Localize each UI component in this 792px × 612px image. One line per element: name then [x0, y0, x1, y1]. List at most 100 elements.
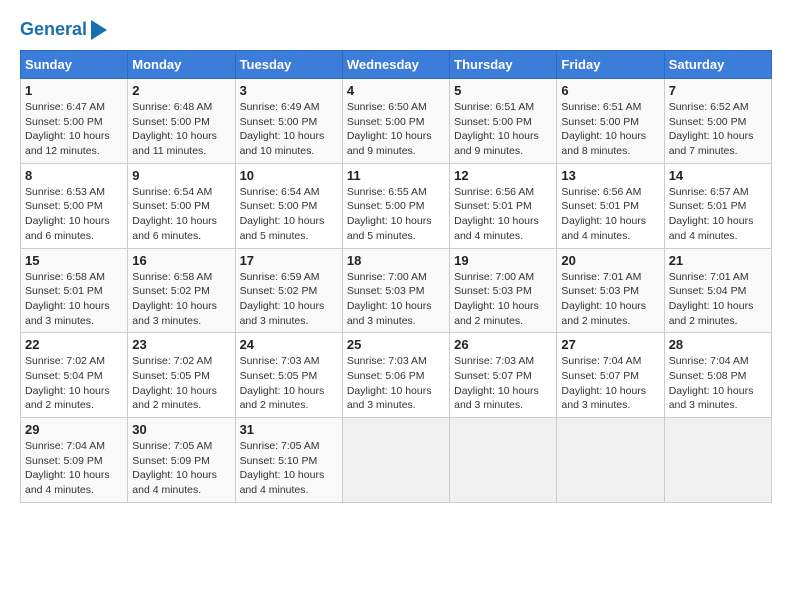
- day-number: 4: [347, 83, 445, 98]
- day-info: Sunrise: 6:50 AM Sunset: 5:00 PM Dayligh…: [347, 100, 445, 159]
- calendar-cell: 10 Sunrise: 6:54 AM Sunset: 5:00 PM Dayli…: [235, 163, 342, 248]
- calendar-cell: 1 Sunrise: 6:47 AM Sunset: 5:00 PM Daylig…: [21, 79, 128, 164]
- calendar-cell: 6 Sunrise: 6:51 AM Sunset: 5:00 PM Daylig…: [557, 79, 664, 164]
- header-day-monday: Monday: [128, 51, 235, 79]
- day-info: Sunrise: 7:01 AM Sunset: 5:04 PM Dayligh…: [669, 270, 767, 329]
- calendar-cell: 24Sunrise: 7:03 AM Sunset: 5:05 PM Dayli…: [235, 333, 342, 418]
- day-number: 21: [669, 253, 767, 268]
- calendar-header: SundayMondayTuesdayWednesdayThursdayFrid…: [21, 51, 772, 79]
- calendar-cell: 18 Sunrise: 7:00 AM Sunset: 5:03 PM Dayli…: [342, 248, 449, 333]
- calendar-cell: 23Sunrise: 7:02 AM Sunset: 5:05 PM Dayli…: [128, 333, 235, 418]
- calendar-cell: 16Sunrise: 6:58 AM Sunset: 5:02 PM Dayli…: [128, 248, 235, 333]
- header-day-saturday: Saturday: [664, 51, 771, 79]
- day-number: 24: [240, 337, 338, 352]
- header: General: [20, 20, 772, 40]
- day-number: 29: [25, 422, 123, 437]
- day-number: 19: [454, 253, 552, 268]
- logo: General: [20, 20, 107, 40]
- day-info: Sunrise: 6:54 AM Sunset: 5:00 PM Dayligh…: [240, 185, 338, 244]
- calendar-table: SundayMondayTuesdayWednesdayThursdayFrid…: [20, 50, 772, 503]
- day-number: 6: [561, 83, 659, 98]
- day-info: Sunrise: 6:56 AM Sunset: 5:01 PM Dayligh…: [561, 185, 659, 244]
- day-info: Sunrise: 7:04 AM Sunset: 5:09 PM Dayligh…: [25, 439, 123, 498]
- calendar-week-5: 29 Sunrise: 7:04 AM Sunset: 5:09 PM Dayli…: [21, 418, 772, 503]
- day-info: Sunrise: 6:51 AM Sunset: 5:00 PM Dayligh…: [561, 100, 659, 159]
- calendar-cell: 31Sunrise: 7:05 AM Sunset: 5:10 PM Dayli…: [235, 418, 342, 503]
- calendar-cell: 28Sunrise: 7:04 AM Sunset: 5:08 PM Dayli…: [664, 333, 771, 418]
- calendar-week-4: 22Sunrise: 7:02 AM Sunset: 5:04 PM Dayli…: [21, 333, 772, 418]
- day-number: 25: [347, 337, 445, 352]
- calendar-week-2: 8 Sunrise: 6:53 AM Sunset: 5:00 PM Daylig…: [21, 163, 772, 248]
- day-info: Sunrise: 6:53 AM Sunset: 5:00 PM Dayligh…: [25, 185, 123, 244]
- day-number: 2: [132, 83, 230, 98]
- day-info: Sunrise: 6:55 AM Sunset: 5:00 PM Dayligh…: [347, 185, 445, 244]
- day-info: Sunrise: 6:58 AM Sunset: 5:01 PM Dayligh…: [25, 270, 123, 329]
- day-info: Sunrise: 6:59 AM Sunset: 5:02 PM Dayligh…: [240, 270, 338, 329]
- calendar-cell: 12Sunrise: 6:56 AM Sunset: 5:01 PM Dayli…: [450, 163, 557, 248]
- day-info: Sunrise: 7:05 AM Sunset: 5:09 PM Dayligh…: [132, 439, 230, 498]
- day-info: Sunrise: 7:01 AM Sunset: 5:03 PM Dayligh…: [561, 270, 659, 329]
- day-info: Sunrise: 6:58 AM Sunset: 5:02 PM Dayligh…: [132, 270, 230, 329]
- day-number: 14: [669, 168, 767, 183]
- calendar-cell: 21 Sunrise: 7:01 AM Sunset: 5:04 PM Dayli…: [664, 248, 771, 333]
- calendar-cell: [342, 418, 449, 503]
- day-number: 20: [561, 253, 659, 268]
- calendar-cell: 25 Sunrise: 7:03 AM Sunset: 5:06 PM Dayli…: [342, 333, 449, 418]
- day-info: Sunrise: 6:47 AM Sunset: 5:00 PM Dayligh…: [25, 100, 123, 159]
- calendar-cell: 13 Sunrise: 6:56 AM Sunset: 5:01 PM Dayli…: [557, 163, 664, 248]
- calendar-cell: 7 Sunrise: 6:52 AM Sunset: 5:00 PM Daylig…: [664, 79, 771, 164]
- calendar-cell: [557, 418, 664, 503]
- logo-text-general: General: [20, 20, 87, 40]
- calendar-cell: 29 Sunrise: 7:04 AM Sunset: 5:09 PM Dayli…: [21, 418, 128, 503]
- day-number: 5: [454, 83, 552, 98]
- day-info: Sunrise: 7:00 AM Sunset: 5:03 PM Dayligh…: [454, 270, 552, 329]
- day-number: 18: [347, 253, 445, 268]
- day-number: 8: [25, 168, 123, 183]
- day-number: 17: [240, 253, 338, 268]
- header-day-tuesday: Tuesday: [235, 51, 342, 79]
- day-number: 1: [25, 83, 123, 98]
- calendar-cell: 5Sunrise: 6:51 AM Sunset: 5:00 PM Daylig…: [450, 79, 557, 164]
- header-day-sunday: Sunday: [21, 51, 128, 79]
- day-info: Sunrise: 7:00 AM Sunset: 5:03 PM Dayligh…: [347, 270, 445, 329]
- calendar-cell: 4 Sunrise: 6:50 AM Sunset: 5:00 PM Daylig…: [342, 79, 449, 164]
- calendar-cell: 30 Sunrise: 7:05 AM Sunset: 5:09 PM Dayli…: [128, 418, 235, 503]
- day-info: Sunrise: 7:04 AM Sunset: 5:07 PM Dayligh…: [561, 354, 659, 413]
- calendar-cell: 20 Sunrise: 7:01 AM Sunset: 5:03 PM Dayli…: [557, 248, 664, 333]
- day-number: 27: [561, 337, 659, 352]
- day-info: Sunrise: 6:49 AM Sunset: 5:00 PM Dayligh…: [240, 100, 338, 159]
- calendar-cell: [450, 418, 557, 503]
- day-number: 26: [454, 337, 552, 352]
- day-number: 9: [132, 168, 230, 183]
- day-info: Sunrise: 6:57 AM Sunset: 5:01 PM Dayligh…: [669, 185, 767, 244]
- day-number: 10: [240, 168, 338, 183]
- logo-arrow-icon: [91, 20, 107, 40]
- day-number: 28: [669, 337, 767, 352]
- day-info: Sunrise: 7:05 AM Sunset: 5:10 PM Dayligh…: [240, 439, 338, 498]
- day-info: Sunrise: 6:48 AM Sunset: 5:00 PM Dayligh…: [132, 100, 230, 159]
- calendar-cell: 17 Sunrise: 6:59 AM Sunset: 5:02 PM Dayli…: [235, 248, 342, 333]
- calendar-cell: 11 Sunrise: 6:55 AM Sunset: 5:00 PM Dayli…: [342, 163, 449, 248]
- day-number: 3: [240, 83, 338, 98]
- calendar-cell: 8 Sunrise: 6:53 AM Sunset: 5:00 PM Daylig…: [21, 163, 128, 248]
- day-number: 13: [561, 168, 659, 183]
- day-info: Sunrise: 6:52 AM Sunset: 5:00 PM Dayligh…: [669, 100, 767, 159]
- calendar-cell: 22Sunrise: 7:02 AM Sunset: 5:04 PM Dayli…: [21, 333, 128, 418]
- day-info: Sunrise: 6:54 AM Sunset: 5:00 PM Dayligh…: [132, 185, 230, 244]
- day-number: 7: [669, 83, 767, 98]
- calendar-cell: 14 Sunrise: 6:57 AM Sunset: 5:01 PM Dayli…: [664, 163, 771, 248]
- day-number: 15: [25, 253, 123, 268]
- day-number: 12: [454, 168, 552, 183]
- calendar-cell: [664, 418, 771, 503]
- day-info: Sunrise: 7:02 AM Sunset: 5:05 PM Dayligh…: [132, 354, 230, 413]
- calendar-cell: 2 Sunrise: 6:48 AM Sunset: 5:00 PM Daylig…: [128, 79, 235, 164]
- day-number: 11: [347, 168, 445, 183]
- header-day-wednesday: Wednesday: [342, 51, 449, 79]
- calendar-cell: 26Sunrise: 7:03 AM Sunset: 5:07 PM Dayli…: [450, 333, 557, 418]
- day-info: Sunrise: 7:02 AM Sunset: 5:04 PM Dayligh…: [25, 354, 123, 413]
- calendar-cell: 19 Sunrise: 7:00 AM Sunset: 5:03 PM Dayli…: [450, 248, 557, 333]
- calendar-cell: 3 Sunrise: 6:49 AM Sunset: 5:00 PM Daylig…: [235, 79, 342, 164]
- calendar-cell: 9 Sunrise: 6:54 AM Sunset: 5:00 PM Daylig…: [128, 163, 235, 248]
- day-info: Sunrise: 7:03 AM Sunset: 5:06 PM Dayligh…: [347, 354, 445, 413]
- day-number: 30: [132, 422, 230, 437]
